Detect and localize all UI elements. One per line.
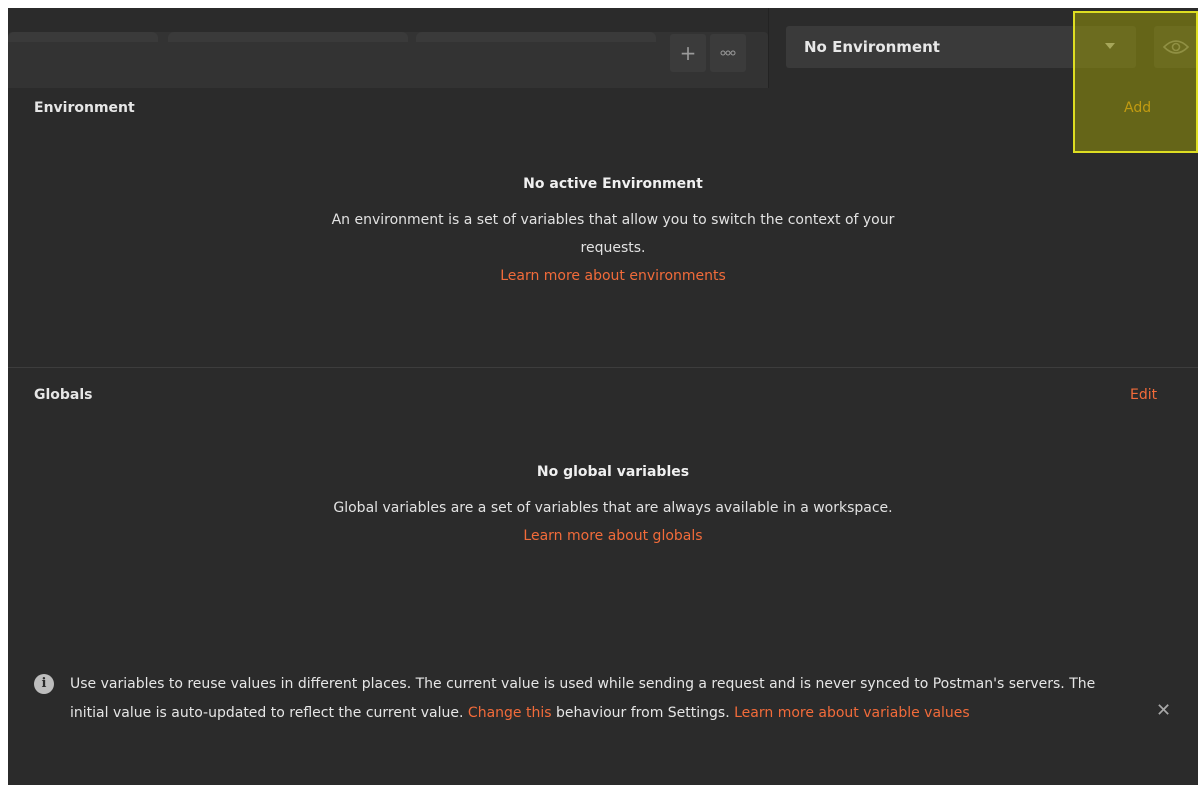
add-environment-link[interactable]: Add — [1124, 100, 1151, 116]
info-banner-text: Use variables to reuse values in differe… — [70, 670, 1110, 728]
globals-empty-title: No global variables — [536, 464, 690, 480]
change-settings-link[interactable]: Change this — [468, 705, 552, 721]
tab-options-button[interactable] — [710, 34, 746, 72]
globals-section-title: Globals — [34, 387, 93, 403]
learn-more-globals-link[interactable]: Learn more about globals — [188, 522, 1038, 550]
environment-quick-look-button[interactable] — [1154, 26, 1198, 68]
info-icon: i — [34, 674, 54, 694]
eye-icon — [1163, 40, 1189, 54]
info-text-part-2: behaviour from Settings. — [551, 705, 735, 721]
header-divider — [768, 8, 769, 88]
environment-select[interactable]: No Environment — [786, 26, 1136, 68]
learn-more-variable-values-link[interactable]: Learn more about variable values — [734, 705, 970, 721]
environment-section-title: Environment — [34, 100, 135, 116]
close-icon[interactable]: ✕ — [1156, 700, 1171, 721]
globals-empty-description: Global variables are a set of variables … — [333, 500, 893, 516]
top-bar: + No Environment — [8, 8, 1198, 88]
environment-empty-description: An environment is a set of variables tha… — [331, 212, 895, 256]
environment-select-value: No Environment — [804, 38, 940, 56]
section-divider — [8, 367, 1198, 368]
new-tab-button[interactable]: + — [670, 34, 706, 72]
ellipsis-icon — [720, 50, 736, 56]
edit-globals-link[interactable]: Edit — [1130, 387, 1157, 403]
globals-empty-state: No global variables Global variables are… — [188, 464, 1038, 550]
environment-empty-title: No active Environment — [523, 176, 703, 192]
tab[interactable] — [8, 32, 158, 42]
tab[interactable] — [168, 32, 408, 42]
environment-quick-look: + No Environment Environment Add No acti… — [8, 8, 1198, 785]
environment-empty-state: No active Environment An environment is … — [188, 176, 1038, 290]
tab[interactable] — [416, 32, 656, 42]
learn-more-environments-link[interactable]: Learn more about environments — [188, 262, 1038, 290]
plus-icon: + — [679, 41, 697, 65]
chevron-down-icon[interactable] — [1105, 43, 1115, 49]
